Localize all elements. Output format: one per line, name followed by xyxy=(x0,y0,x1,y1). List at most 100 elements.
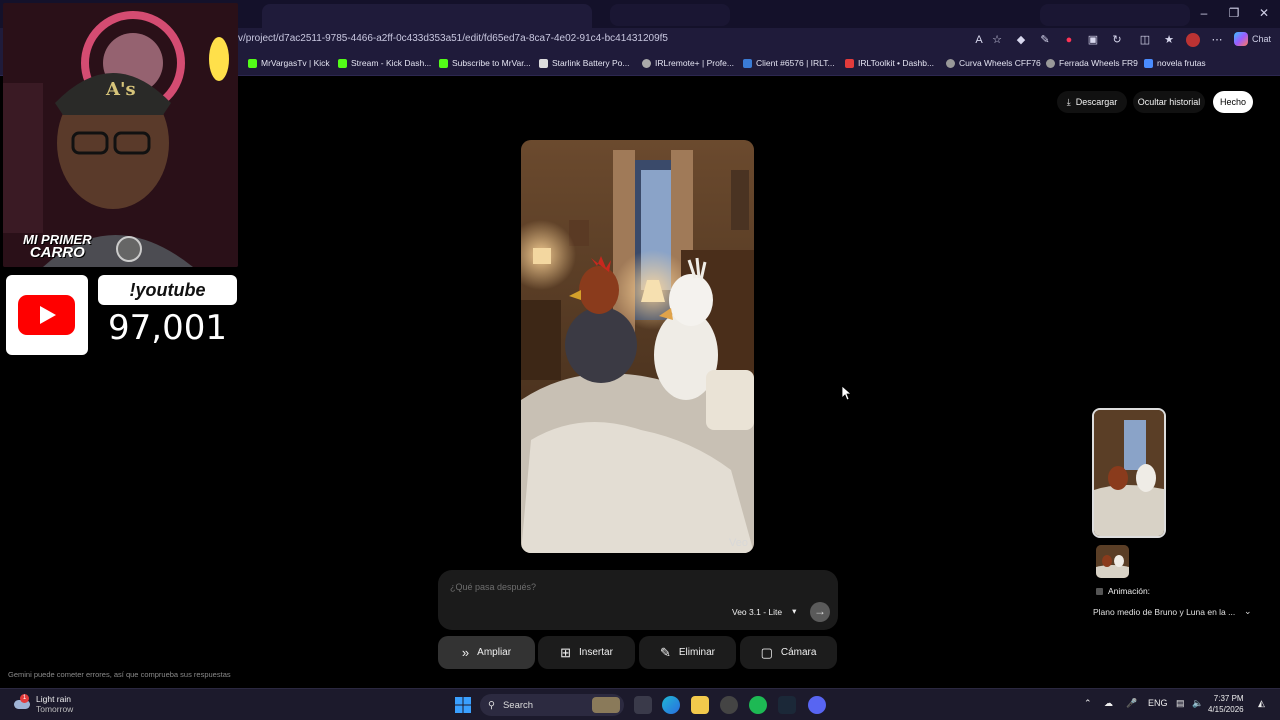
expand-label: Ampliar xyxy=(477,647,512,658)
system-clock[interactable]: 7:37 PM 4/15/2026 xyxy=(1208,693,1244,715)
expand-button[interactable]: » Ampliar xyxy=(438,636,535,669)
onedrive-icon[interactable]: ☁ xyxy=(1104,698,1113,709)
remove-label: Eliminar xyxy=(678,647,716,658)
bookmark-item[interactable]: Stream - Kick Dash... xyxy=(338,58,431,68)
copilot-icon xyxy=(1234,32,1248,46)
extension-icon[interactable]: ◆ xyxy=(1014,33,1028,47)
refresh-icon[interactable]: ↻ xyxy=(1110,33,1124,47)
rain-cloud-icon: 1 xyxy=(14,694,30,712)
bookmark-favicon xyxy=(845,58,854,68)
bookmark-favicon xyxy=(1046,58,1055,68)
hide-history-button[interactable]: Ocultar historial xyxy=(1133,91,1205,113)
volume-icon[interactable]: 🔈 xyxy=(1192,698,1203,709)
obs-icon[interactable] xyxy=(720,696,738,714)
url-field[interactable]: v/project/d7ac2511-9785-4466-a2ff-0c433d… xyxy=(238,33,668,44)
bookmark-item[interactable]: IRLToolkit • Dashb... xyxy=(845,58,934,68)
bookmark-label: Ferrada Wheels FR9 xyxy=(1059,58,1138,68)
search-highlight-icon xyxy=(592,697,620,713)
bookmark-favicon xyxy=(642,58,651,68)
history-thumbnail-selected[interactable] xyxy=(1092,408,1166,538)
bookmark-favicon xyxy=(248,58,257,68)
bookmark-item[interactable]: Starlink Battery Po... xyxy=(539,58,629,68)
network-icon[interactable]: ▤ xyxy=(1176,698,1185,709)
bookmark-favicon xyxy=(946,58,955,68)
maximize-icon[interactable]: ❐ xyxy=(1220,4,1248,22)
close-icon[interactable]: ✕ xyxy=(1250,4,1278,22)
model-label: Veo 3.1 - Lite xyxy=(732,606,783,617)
clock-date: 4/15/2026 xyxy=(1208,705,1244,714)
extension-icon[interactable]: ▣ xyxy=(1086,33,1100,47)
more-menu-icon[interactable]: ⋯ xyxy=(1210,33,1224,47)
mouse-cursor-icon xyxy=(842,386,852,400)
bookmark-label: Starlink Battery Po... xyxy=(552,58,630,68)
insert-button[interactable]: ⊞ Insertar xyxy=(538,636,635,669)
animation-label: Animación: xyxy=(1096,586,1150,596)
chevron-down-icon[interactable]: ⌄ xyxy=(1244,606,1252,617)
task-view-icon[interactable] xyxy=(634,696,652,714)
weather-subtitle: Tomorrow xyxy=(36,704,74,714)
split-screen-icon[interactable]: ◫ xyxy=(1138,33,1152,47)
youtube-widget xyxy=(6,275,88,355)
model-selector[interactable]: Veo 3.1 - Lite ▾ xyxy=(732,606,796,617)
extension-icon[interactable]: ✎ xyxy=(1038,33,1052,47)
browser-tab[interactable] xyxy=(1040,4,1190,26)
prompt-input[interactable] xyxy=(450,578,750,596)
bookmark-item[interactable]: Curva Wheels CFF76 xyxy=(946,58,1041,68)
bookmark-item[interactable]: Client #6576 | IRLT... xyxy=(743,58,835,68)
spotify-icon[interactable] xyxy=(749,696,767,714)
file-explorer-icon[interactable] xyxy=(691,696,709,714)
download-icon: ⤓ xyxy=(1066,96,1071,107)
edge-browser-icon[interactable] xyxy=(662,696,680,714)
bookmark-label: Stream - Kick Dash... xyxy=(351,58,432,68)
youtube-logo-icon xyxy=(18,295,75,335)
bookmark-favicon xyxy=(1144,58,1153,68)
microphone-icon[interactable]: 🎤 xyxy=(1126,698,1137,709)
weather-widget[interactable]: 1 Light rain Tomorrow xyxy=(14,694,73,714)
camera-button[interactable]: ▢ Cámara xyxy=(740,636,837,669)
done-button[interactable]: Hecho xyxy=(1213,91,1253,113)
screen: – ❐ ✕ v/project/d7ac2511-9785-4466-a2ff-… xyxy=(0,0,1280,720)
browser-tab[interactable] xyxy=(610,4,730,26)
download-button[interactable]: ⤓ Descargar xyxy=(1057,91,1127,113)
extension-icon[interactable]: ● xyxy=(1062,33,1076,47)
profile-avatar-icon[interactable] xyxy=(1186,33,1200,47)
youtube-command: !youtube xyxy=(98,275,237,305)
bookmark-item[interactable]: Subscribe to MrVar... xyxy=(439,58,531,68)
discord-icon[interactable] xyxy=(808,696,826,714)
bookmark-item[interactable]: MrVargasTv | Kick xyxy=(248,58,330,68)
done-label: Hecho xyxy=(1219,97,1246,107)
bookmark-item[interactable]: IRLremote+ | Profe... xyxy=(642,58,734,68)
animation-icon xyxy=(1096,587,1103,595)
tray-overflow-icon[interactable]: ⌃ xyxy=(1084,698,1092,709)
animation-description[interactable]: Plano medio de Bruno y Luna en la ... xyxy=(1093,607,1253,617)
favorite-star-icon[interactable]: ☆ xyxy=(990,33,1004,47)
read-aloud-icon[interactable]: A xyxy=(972,33,986,47)
minimize-icon[interactable]: – xyxy=(1190,4,1218,22)
taskbar: 1 Light rain Tomorrow ⚲ Search ⌃ ☁ 🎤 ENG… xyxy=(0,688,1280,720)
search-label: Search xyxy=(502,699,534,711)
history-thumbnail[interactable] xyxy=(1096,545,1129,578)
bookmark-label: IRLToolkit • Dashb... xyxy=(858,58,935,68)
taskbar-search[interactable]: ⚲ Search xyxy=(480,694,624,716)
video-preview[interactable]: Veo xyxy=(521,140,754,553)
browser-tab-active[interactable] xyxy=(262,4,592,28)
cam-caption: MI PRIMER CARRO xyxy=(23,233,92,261)
bookmark-favicon xyxy=(338,58,347,68)
remove-button[interactable]: ✎ Eliminar xyxy=(639,636,736,669)
bookmark-item[interactable]: Ferrada Wheels FR9 xyxy=(1046,58,1138,68)
favorites-icon[interactable]: ★ xyxy=(1162,33,1176,47)
language-indicator[interactable]: ENG xyxy=(1148,698,1168,708)
animation-label-text: Animación: xyxy=(1108,586,1151,596)
send-arrow-button[interactable]: → xyxy=(810,602,830,622)
bookmark-item[interactable]: novela frutas xyxy=(1144,58,1206,68)
insert-icon: ⊞ xyxy=(560,644,571,660)
steam-icon[interactable] xyxy=(778,696,796,714)
copilot-chat-button[interactable]: Chat xyxy=(1234,32,1271,46)
bookmark-label: Curva Wheels CFF76 xyxy=(959,58,1041,68)
notifications-icon[interactable]: ◭ xyxy=(1258,698,1265,709)
windows-start-icon[interactable] xyxy=(454,696,472,714)
download-label: Descargar xyxy=(1075,97,1118,107)
camera-icon: ▢ xyxy=(760,644,773,660)
camera-label: Cámara xyxy=(780,647,817,658)
cam-caption-line: CARRO xyxy=(29,244,85,261)
